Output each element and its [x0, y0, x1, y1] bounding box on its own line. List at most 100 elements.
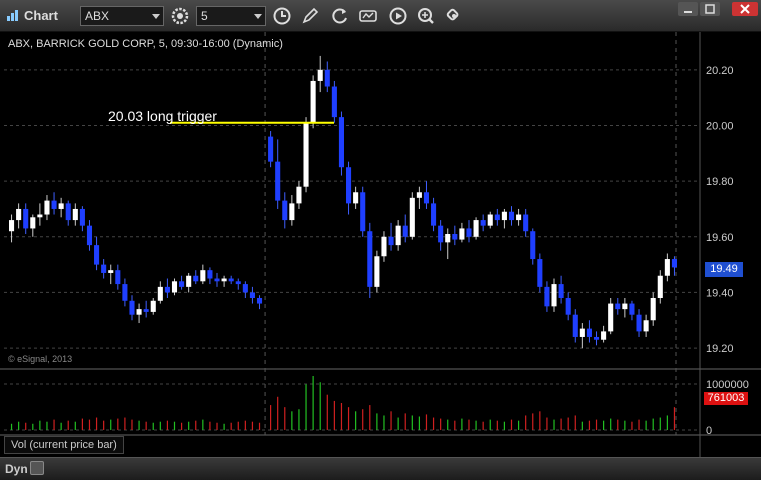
time-button[interactable]: [272, 6, 292, 26]
candle: [115, 264, 121, 290]
candle: [494, 208, 500, 226]
price-chart[interactable]: ABX, BARRICK GOLD CORP, 5, 09:30-16:00 (…: [0, 32, 761, 457]
candle: [395, 220, 401, 251]
candle-body: [108, 270, 114, 273]
candle: [122, 278, 128, 307]
price-tick-label: 19.40: [706, 287, 734, 299]
candle: [530, 228, 536, 265]
candle: [108, 264, 114, 285]
candle: [143, 300, 149, 318]
minimize-icon: [684, 11, 692, 13]
candle: [615, 298, 621, 315]
link-button[interactable]: [444, 6, 464, 26]
grid-lines: [0, 32, 761, 457]
candle: [256, 295, 263, 310]
candle-body: [579, 328, 585, 337]
candle-body: [86, 225, 93, 246]
volume-panel-label: Vol (current price bar): [4, 436, 124, 454]
candle-body: [452, 234, 458, 240]
candle: [508, 206, 515, 226]
candle: [346, 161, 352, 215]
candle: [438, 220, 444, 251]
candle: [480, 214, 486, 232]
candle-body: [289, 203, 295, 221]
candle: [268, 131, 274, 168]
candle-body: [537, 259, 543, 287]
candle: [516, 208, 522, 226]
candle: [551, 278, 557, 312]
minimize-button[interactable]: [678, 2, 698, 16]
candle-body: [544, 286, 550, 307]
candle: [72, 203, 78, 226]
candle: [586, 320, 592, 343]
close-button[interactable]: [732, 2, 758, 16]
candle: [501, 208, 507, 229]
candle: [331, 80, 337, 123]
candle-body: [416, 192, 422, 198]
volume-axis: 1000000 0: [706, 379, 749, 437]
dynamic-mode-icon[interactable]: [30, 461, 44, 475]
maximize-button[interactable]: [700, 2, 720, 16]
candle-body: [9, 220, 15, 232]
candle: [228, 275, 234, 285]
candle-body: [615, 303, 621, 310]
candle-body: [558, 284, 564, 298]
candle: [65, 200, 71, 226]
zoom-button[interactable]: [416, 6, 436, 26]
candle-body: [360, 192, 366, 232]
candle: [544, 281, 550, 312]
chart-header: ABX, BARRICK GOLD CORP, 5, 09:30-16:00 (…: [8, 38, 283, 50]
candle: [423, 181, 430, 209]
candle-body: [37, 214, 43, 218]
candle-body: [657, 275, 663, 298]
settings-gear-button[interactable]: [170, 6, 190, 26]
candle: [572, 309, 578, 343]
candle-body: [221, 278, 227, 282]
candle-body: [207, 270, 213, 279]
refresh-button[interactable]: [330, 6, 350, 26]
candle: [601, 325, 607, 343]
candle-body: [516, 214, 522, 221]
candle-body: [200, 270, 206, 282]
candle-body: [129, 300, 135, 315]
toolbar: Chart ABX 5: [0, 0, 761, 32]
candle: [431, 197, 437, 232]
candle-body: [303, 122, 309, 187]
candle-body: [331, 86, 337, 118]
candle: [207, 267, 213, 285]
candle: [303, 117, 309, 193]
draw-button[interactable]: [300, 6, 320, 26]
price-tick-label: 19.20: [706, 343, 734, 355]
candle: [353, 186, 359, 209]
candle-body: [431, 203, 437, 226]
price-axis: 20.20 20.00 19.80 19.60 19.40 19.20: [706, 65, 734, 355]
candle-body: [395, 225, 401, 246]
play-button[interactable]: [388, 6, 408, 26]
candle: [310, 75, 316, 129]
candle: [86, 220, 93, 251]
candle-body: [249, 292, 255, 298]
candle-body: [310, 80, 316, 123]
candle: [445, 228, 451, 260]
maximize-icon: [705, 4, 715, 14]
studies-icon: [359, 10, 377, 22]
candle-body: [65, 203, 71, 221]
interval-input[interactable]: 5: [196, 6, 266, 26]
chevron-down-icon[interactable]: [254, 14, 262, 19]
candle-body: [94, 245, 100, 265]
candle-body: [51, 200, 57, 209]
studies-button[interactable]: [358, 6, 378, 26]
price-tick-label: 19.80: [706, 176, 734, 188]
symbol-input[interactable]: ABX: [80, 6, 164, 26]
esignal-watermark: © eSignal, 2013: [8, 354, 72, 364]
link-icon: [446, 8, 459, 21]
candle-body: [445, 234, 451, 243]
candle-body: [409, 197, 415, 237]
candle-body: [317, 69, 323, 81]
candle: [466, 220, 472, 243]
candle: [296, 181, 302, 209]
chevron-down-icon[interactable]: [152, 14, 160, 19]
gear-icon: [171, 7, 189, 25]
candle-body: [671, 259, 677, 268]
interval-value: 5: [201, 9, 208, 23]
